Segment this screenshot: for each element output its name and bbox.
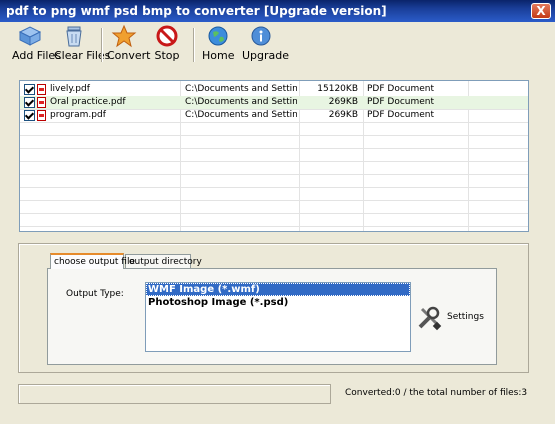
output-type-list[interactable]: WMF Image (*.wmf) Photoshop Image (*.psd… bbox=[145, 282, 411, 352]
file-path: C:\Documents and Setting... bbox=[185, 97, 297, 107]
settings-button[interactable]: Settings bbox=[416, 305, 486, 331]
add-files-icon bbox=[18, 26, 42, 46]
empty-row bbox=[20, 187, 528, 201]
settings-label: Settings bbox=[447, 312, 484, 322]
progress-bar bbox=[18, 384, 331, 404]
toolbar-separator bbox=[101, 28, 103, 62]
option-wmf[interactable]: WMF Image (*.wmf) bbox=[146, 283, 410, 296]
home-button[interactable]: Home bbox=[202, 24, 234, 66]
row-checkbox[interactable] bbox=[24, 97, 35, 108]
status-text: Converted:0 / the total number of files:… bbox=[345, 388, 528, 398]
empty-row bbox=[20, 174, 528, 188]
table-row[interactable]: lively.pdf C:\Documents and Setting... 1… bbox=[20, 83, 528, 97]
file-size: 15120KB bbox=[317, 84, 358, 94]
toolbar-separator bbox=[193, 28, 195, 62]
empty-row bbox=[20, 135, 528, 149]
add-files-label: Add Files bbox=[12, 49, 61, 62]
pdf-file-icon bbox=[37, 84, 46, 95]
window-title: pdf to png wmf psd bmp to converter [Upg… bbox=[6, 4, 387, 18]
convert-button[interactable]: Convert bbox=[107, 24, 151, 66]
file-name: Oral practice.pdf bbox=[50, 97, 126, 107]
file-type: PDF Document bbox=[367, 97, 435, 107]
add-files-button[interactable]: Add Files bbox=[12, 24, 61, 66]
main-window: pdf to png wmf psd bmp to converter [Upg… bbox=[0, 0, 555, 424]
option-psd[interactable]: Photoshop Image (*.psd) bbox=[146, 296, 410, 309]
toolbar: Add Files Clear Files Convert Stop Home … bbox=[0, 22, 555, 70]
file-name: program.pdf bbox=[50, 110, 106, 120]
table-row[interactable]: program.pdf C:\Documents and Setting... … bbox=[20, 109, 528, 123]
row-checkbox[interactable] bbox=[24, 84, 35, 95]
empty-row bbox=[20, 200, 528, 214]
pdf-file-icon bbox=[37, 97, 46, 108]
stop-icon bbox=[156, 25, 178, 47]
file-type: PDF Document bbox=[367, 84, 435, 94]
title-bar[interactable]: pdf to png wmf psd bmp to converter [Upg… bbox=[0, 0, 555, 22]
star-icon bbox=[111, 24, 137, 48]
trash-icon bbox=[66, 26, 82, 47]
file-type: PDF Document bbox=[367, 110, 435, 120]
upgrade-label: Upgrade bbox=[242, 49, 290, 62]
file-path: C:\Documents and Setting... bbox=[185, 110, 297, 120]
row-checkbox[interactable] bbox=[24, 110, 35, 121]
pdf-file-icon bbox=[37, 110, 46, 121]
output-type-label: Output Type: bbox=[66, 289, 124, 299]
convert-label: Convert bbox=[107, 49, 151, 62]
stop-label: Stop bbox=[154, 49, 180, 62]
empty-row bbox=[20, 213, 528, 227]
tools-icon bbox=[418, 306, 442, 331]
empty-row bbox=[20, 148, 528, 162]
stop-button[interactable]: Stop bbox=[152, 24, 182, 66]
empty-row bbox=[20, 122, 528, 136]
clear-files-label: Clear Files bbox=[54, 49, 111, 62]
tab-output-file[interactable]: choose output file bbox=[50, 253, 135, 269]
close-button[interactable]: X bbox=[531, 3, 551, 19]
table-row[interactable]: Oral practice.pdf C:\Documents and Setti… bbox=[20, 96, 528, 110]
file-size: 269KB bbox=[328, 110, 358, 120]
file-name: lively.pdf bbox=[50, 84, 90, 94]
upgrade-button[interactable]: Upgrade bbox=[242, 24, 290, 66]
globe-icon bbox=[208, 26, 228, 46]
upgrade-icon bbox=[251, 26, 271, 46]
file-size: 269KB bbox=[328, 97, 358, 107]
file-list[interactable]: lively.pdf C:\Documents and Setting... 1… bbox=[19, 80, 529, 232]
home-label: Home bbox=[202, 49, 235, 62]
clear-files-button[interactable]: Clear Files bbox=[54, 24, 111, 66]
empty-row bbox=[20, 161, 528, 175]
file-path: C:\Documents and Setting... bbox=[185, 84, 297, 94]
